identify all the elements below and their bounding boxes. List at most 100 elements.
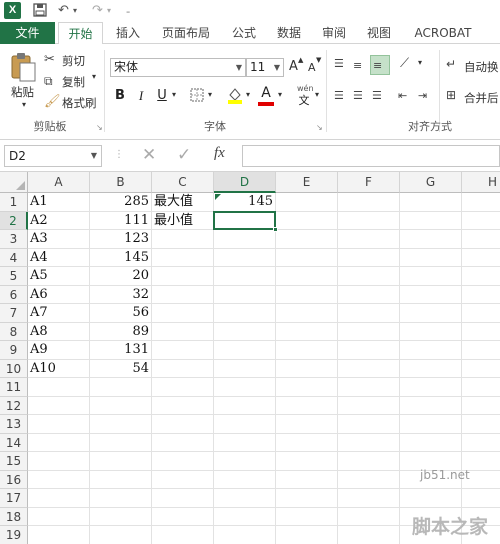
cell-a10[interactable]: A10	[28, 359, 90, 378]
formula-input[interactable]	[242, 145, 500, 167]
format-painter-button[interactable]: 格式刷	[62, 95, 97, 111]
cell-e6[interactable]	[276, 285, 338, 304]
cell-e12[interactable]	[276, 396, 338, 415]
cell-d11[interactable]	[214, 378, 276, 397]
align-center-icon[interactable]: ☰	[353, 88, 363, 104]
row-header-1[interactable]: 1	[0, 193, 28, 212]
cell-c2[interactable]: 最小值	[152, 211, 214, 230]
column-header-f[interactable]: F	[338, 172, 400, 193]
cell-c3[interactable]	[152, 230, 214, 249]
tab-acrobat[interactable]: ACROBAT	[407, 22, 479, 44]
cell-f5[interactable]	[338, 267, 400, 286]
tab-review[interactable]: 审阅	[314, 22, 354, 44]
font-size-select[interactable]: 11 ▼	[246, 58, 284, 77]
cell-e5[interactable]	[276, 267, 338, 286]
phonetic-guide-button[interactable]: 文	[296, 93, 312, 109]
cell-d6[interactable]	[214, 285, 276, 304]
cell-b6[interactable]: 32	[90, 285, 152, 304]
cell-a1[interactable]: A1	[28, 193, 90, 212]
row-header-4[interactable]: 4	[0, 248, 28, 267]
cancel-icon[interactable]: ✕	[142, 145, 156, 165]
cell-d17[interactable]	[214, 489, 276, 508]
enter-icon[interactable]: ✓	[177, 145, 191, 165]
cell-c16[interactable]	[152, 470, 214, 489]
cell-e9[interactable]	[276, 341, 338, 360]
row-header-11[interactable]: 11	[0, 378, 28, 397]
row-header-9[interactable]: 9	[0, 341, 28, 360]
row-header-15[interactable]: 15	[0, 452, 28, 471]
copy-button[interactable]: 复制	[62, 74, 85, 90]
cell-a5[interactable]: A5	[28, 267, 90, 286]
cell-e13[interactable]	[276, 415, 338, 434]
cell-a14[interactable]	[28, 433, 90, 452]
cell-b2[interactable]: 111	[90, 211, 152, 230]
merge-center-icon[interactable]: ⊞	[446, 87, 456, 103]
cell-a15[interactable]	[28, 452, 90, 471]
cell-a18[interactable]	[28, 507, 90, 526]
cell-g5[interactable]	[400, 267, 462, 286]
cell-d18[interactable]	[214, 507, 276, 526]
cell-d19[interactable]	[214, 526, 276, 544]
cell-f7[interactable]	[338, 304, 400, 323]
cell-a8[interactable]: A8	[28, 322, 90, 341]
cell-d12[interactable]	[214, 396, 276, 415]
cell-c18[interactable]	[152, 507, 214, 526]
cell-a4[interactable]: A4	[28, 248, 90, 267]
select-all-corner[interactable]	[0, 172, 28, 193]
cell-d13[interactable]	[214, 415, 276, 434]
cell-g13[interactable]	[400, 415, 462, 434]
row-header-18[interactable]: 18	[0, 507, 28, 526]
cell-b1[interactable]: 285	[90, 193, 152, 212]
cell-f4[interactable]	[338, 248, 400, 267]
cell-c4[interactable]	[152, 248, 214, 267]
format-painter-icon[interactable]: 🖌	[44, 94, 61, 110]
cell-a2[interactable]: A2	[28, 211, 90, 230]
undo-dropdown-icon[interactable]: ▾	[73, 3, 77, 19]
fill-color-dropdown-icon[interactable]: ▾	[246, 90, 250, 99]
cell-c6[interactable]	[152, 285, 214, 304]
cell-g12[interactable]	[400, 396, 462, 415]
cell-g4[interactable]	[400, 248, 462, 267]
cell-b3[interactable]: 123	[90, 230, 152, 249]
clipboard-launcher-icon[interactable]: ↘	[96, 123, 103, 132]
cell-h6[interactable]	[462, 286, 500, 304]
cell-b13[interactable]	[90, 415, 152, 434]
column-header-c[interactable]: C	[152, 172, 214, 193]
cell-b14[interactable]	[90, 433, 152, 452]
cell-b10[interactable]: 54	[90, 359, 152, 378]
cell-f12[interactable]	[338, 396, 400, 415]
cell-h7[interactable]	[462, 304, 500, 323]
cell-f2[interactable]	[338, 211, 400, 230]
cell-g6[interactable]	[400, 285, 462, 304]
row-header-14[interactable]: 14	[0, 433, 28, 452]
cell-d15[interactable]	[214, 452, 276, 471]
cell-g1[interactable]	[400, 193, 462, 212]
cell-f16[interactable]	[338, 470, 400, 489]
align-top-icon[interactable]: ☰	[334, 56, 344, 72]
cell-g17[interactable]	[400, 489, 462, 508]
align-bottom-button[interactable]: ≡	[370, 55, 390, 75]
cell-h8[interactable]	[462, 323, 500, 341]
name-box[interactable]: D2 ▼	[4, 145, 102, 167]
cell-a13[interactable]	[28, 415, 90, 434]
cell-a12[interactable]	[28, 396, 90, 415]
column-header-e[interactable]: E	[276, 172, 338, 193]
cell-b7[interactable]: 56	[90, 304, 152, 323]
orientation-icon[interactable]: ⟋	[400, 56, 409, 72]
cell-d1[interactable]: 145	[214, 193, 276, 212]
cell-f9[interactable]	[338, 341, 400, 360]
cell-d8[interactable]	[214, 322, 276, 341]
row-header-3[interactable]: 3	[0, 230, 28, 249]
cell-c12[interactable]	[152, 396, 214, 415]
row-header-10[interactable]: 10	[0, 359, 28, 378]
cell-a19[interactable]	[28, 526, 90, 544]
redo-icon[interactable]: ↷	[92, 3, 103, 19]
cell-c7[interactable]	[152, 304, 214, 323]
cell-e11[interactable]	[276, 378, 338, 397]
cell-h11[interactable]	[462, 378, 500, 397]
cell-c1[interactable]: 最大值	[152, 193, 214, 212]
tab-formulas[interactable]: 公式	[224, 22, 264, 44]
cell-a3[interactable]: A3	[28, 230, 90, 249]
cell-f14[interactable]	[338, 433, 400, 452]
cell-a6[interactable]: A6	[28, 285, 90, 304]
